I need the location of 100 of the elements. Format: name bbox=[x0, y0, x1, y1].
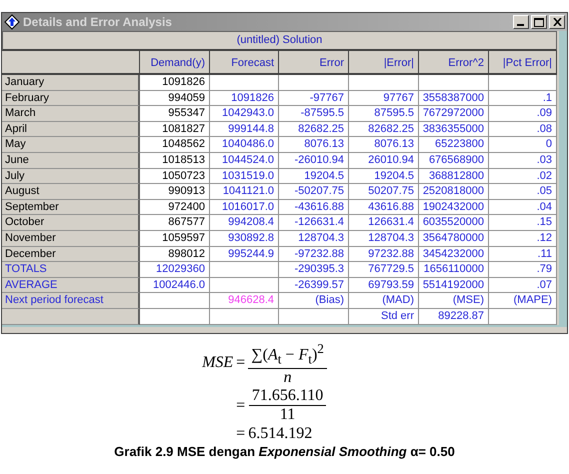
table-cell: .15 bbox=[489, 215, 557, 231]
table-cell: 767729.5 bbox=[349, 262, 419, 278]
table-cell: 955347 bbox=[140, 106, 210, 122]
close-icon bbox=[552, 18, 562, 26]
row-label: September bbox=[2, 200, 140, 216]
table-cell: 994059 bbox=[140, 90, 210, 106]
table-cell: 1050723 bbox=[140, 168, 210, 184]
table-cell: 50207.75 bbox=[349, 184, 419, 200]
table-cell: 26010.94 bbox=[349, 152, 419, 169]
row-label: August bbox=[2, 184, 140, 200]
table-cell: -26010.94 bbox=[279, 152, 349, 169]
table-cell: 8076.13 bbox=[349, 137, 419, 153]
row-label: July bbox=[2, 168, 140, 184]
table-cell: .03 bbox=[489, 152, 557, 169]
result-value: 6.514.192 bbox=[248, 424, 314, 444]
table-cell: 82682.25 bbox=[349, 122, 419, 138]
table-cell: .79 bbox=[489, 262, 557, 278]
table-cell: 0 bbox=[489, 137, 557, 153]
table-cell: 87595.5 bbox=[349, 106, 419, 122]
numerator: 71.656.110 bbox=[248, 387, 326, 406]
table-cell: -97232.88 bbox=[279, 246, 349, 262]
column-header: Error^2 bbox=[419, 51, 489, 75]
row-label: November bbox=[2, 230, 140, 247]
column-header: Forecast bbox=[210, 51, 279, 75]
table-cell: 6035520000 bbox=[419, 215, 489, 231]
table-cell: 1002446.0 bbox=[140, 278, 210, 294]
row-label: Next period forecast bbox=[2, 293, 140, 309]
table-cell: 3558387000 bbox=[419, 90, 489, 106]
table-cell: -43616.88 bbox=[279, 200, 349, 216]
row-label: February bbox=[2, 90, 140, 106]
table-cell: 676568900 bbox=[419, 152, 489, 169]
table-cell: 82682.25 bbox=[279, 122, 349, 138]
table-cell: 3454232000 bbox=[419, 246, 489, 262]
table-cell: .08 bbox=[489, 122, 557, 138]
table-cell: 1031519.0 bbox=[210, 168, 279, 184]
row-label: TOTALS bbox=[2, 262, 140, 278]
table-cell: 65223800 bbox=[419, 137, 489, 153]
table-cell: .1 bbox=[489, 90, 557, 106]
table-cell: 1042943.0 bbox=[210, 106, 279, 122]
table-cell: 1018513 bbox=[140, 152, 210, 169]
table-cell: 1059597 bbox=[140, 230, 210, 247]
column-header: |Error| bbox=[349, 51, 419, 75]
table-cell: 43616.88 bbox=[349, 200, 419, 216]
row-label: June bbox=[2, 152, 140, 169]
denominator: n bbox=[284, 369, 292, 388]
equals-sign: = bbox=[236, 354, 246, 372]
table-cell: 1016017.0 bbox=[210, 200, 279, 216]
column-header: Demand(y) bbox=[140, 51, 210, 75]
table-cell: 867577 bbox=[140, 215, 210, 231]
maximize-icon bbox=[534, 18, 544, 26]
table-cell: 1048562 bbox=[140, 137, 210, 153]
table-cell: 1091826 bbox=[210, 90, 279, 106]
table-cell: .11 bbox=[489, 246, 557, 262]
table-cell: 1081827 bbox=[140, 122, 210, 138]
maximize-button[interactable] bbox=[531, 15, 547, 29]
minimize-button[interactable] bbox=[513, 15, 529, 29]
table-title: (untitled) Solution bbox=[2, 31, 557, 51]
row-label: October bbox=[2, 215, 140, 231]
table-cell: 89228.87 bbox=[419, 308, 489, 324]
table-cell: 972400 bbox=[140, 200, 210, 216]
window-title: Details and Error Analysis bbox=[23, 15, 173, 29]
table-cell: 1091826 bbox=[140, 75, 210, 91]
table-cell: 5514192000 bbox=[419, 278, 489, 294]
table-cell: .07 bbox=[489, 278, 557, 294]
table-cell: -50207.75 bbox=[279, 184, 349, 200]
row-label: May bbox=[2, 137, 140, 153]
table-cell: 946628.4 bbox=[210, 293, 279, 309]
table-cell: 1656110000 bbox=[419, 262, 489, 278]
close-button[interactable] bbox=[549, 15, 565, 29]
table-cell: .05 bbox=[489, 184, 557, 200]
row-label: January bbox=[2, 75, 140, 91]
table-cell: 2520818000 bbox=[419, 184, 489, 200]
table-cell: -126631.4 bbox=[279, 215, 349, 231]
table-cell: Std err bbox=[349, 308, 419, 324]
table-cell: .04 bbox=[489, 200, 557, 216]
table-cell: 999144.8 bbox=[210, 122, 279, 138]
table-cell: 1041121.0 bbox=[210, 184, 279, 200]
table-cell: -97767 bbox=[279, 90, 349, 106]
table-cell: 994208.4 bbox=[210, 215, 279, 231]
table-cell: 990913 bbox=[140, 184, 210, 200]
table-cell: .12 bbox=[489, 230, 557, 247]
table-cell: 995244.9 bbox=[210, 246, 279, 262]
column-header: Error bbox=[279, 51, 349, 75]
table-cell: 128704.3 bbox=[279, 230, 349, 247]
equals-sign: = bbox=[236, 424, 246, 443]
equals-sign: = bbox=[236, 396, 246, 415]
table-cell: .02 bbox=[489, 168, 557, 184]
table-cell: 19204.5 bbox=[349, 168, 419, 184]
table-cell: 1902432000 bbox=[419, 200, 489, 216]
row-label: AVERAGE bbox=[2, 278, 140, 294]
table-cell: 3836355000 bbox=[419, 122, 489, 138]
table-cell: -290395.3 bbox=[279, 262, 349, 278]
row-label: April bbox=[2, 122, 140, 138]
table-cell: 12029360 bbox=[140, 262, 210, 278]
figure-caption: Grafik 2.9 MSE dengan Exponensial Smoothing α= 0.50 bbox=[114, 444, 455, 460]
row-label: December bbox=[2, 246, 140, 262]
table-cell: 7672972000 bbox=[419, 106, 489, 122]
table-cell: (MAD) bbox=[349, 293, 419, 309]
formula-label: MSE bbox=[202, 354, 234, 372]
diamond-arrow-icon bbox=[4, 14, 20, 30]
